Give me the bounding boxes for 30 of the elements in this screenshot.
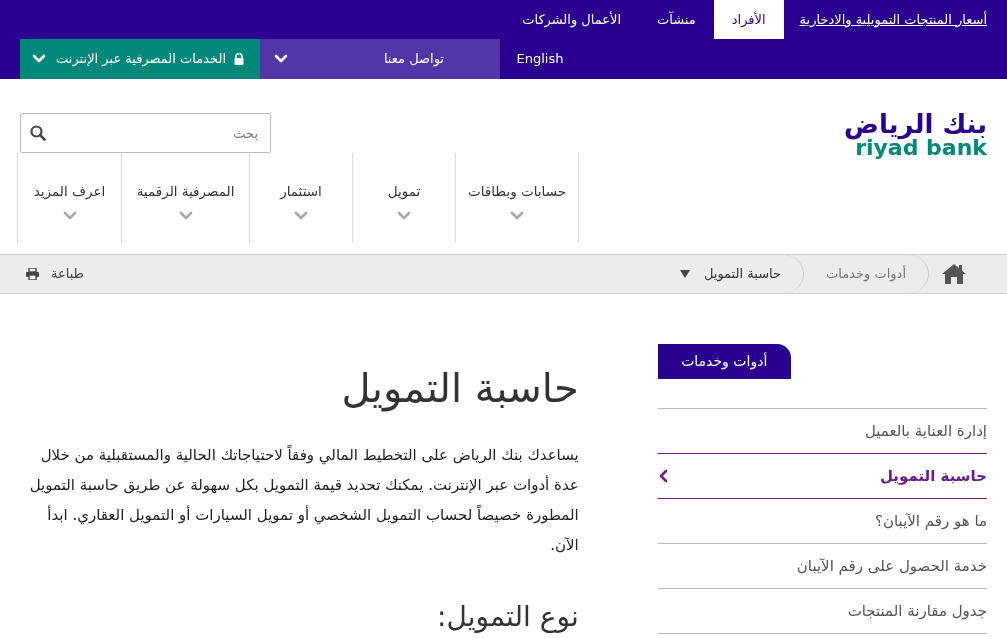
breadcrumb-link[interactable]: حاسبة التمويل: [657, 255, 805, 293]
sidebar-link[interactable]: جدول مقارنة المنتجات: [657, 589, 987, 634]
nav-menu-item[interactable]: المصرفية الرقمية: [121, 153, 249, 243]
segment-tab[interactable]: منشآت: [639, 0, 714, 39]
sidebar-link[interactable]: إدارة العناية بالعميل: [657, 409, 987, 454]
page-title: حاسبة التمويل: [340, 364, 579, 412]
lock-icon: [234, 53, 244, 65]
sidebar-heading: أدوات وخدمات: [657, 344, 791, 379]
nav-menu-item[interactable]: استثمار: [249, 153, 352, 243]
chevron-left-icon: [657, 469, 668, 483]
section-heading: نوع التمويل:: [436, 600, 579, 634]
breadcrumb-link[interactable]: أدوات وخدمات: [804, 255, 929, 293]
intro-paragraph: يساعدك بنك الرياض على التخطيط المالي وفقاً لاحتياجاتك الحالية والمستقبلية من خلال عدة أدوات عبر الإنترنت. يمكنك تحديد قيمة التمويل بكل سهولة عن طريق حاسبة التمويل المطورة خصيصاً لحساب التمويل الشخصي أو تمويل السيارات أو التمويل العقاري. ابدأ الآن.: [28, 444, 579, 556]
nav-menu-item[interactable]: حسابات وبطاقات: [455, 153, 579, 243]
print-button[interactable]: طباعة: [20, 263, 90, 285]
contact-dropdown[interactable]: تواصل معنا: [260, 39, 500, 79]
dropdown-arrow-icon: [679, 270, 690, 278]
search-field[interactable]: بحث: [20, 113, 271, 153]
sidebar-link[interactable]: حاسبة التمويل: [657, 454, 987, 499]
language-link[interactable]: English: [500, 39, 580, 79]
segment-tab[interactable]: الأفراد: [713, 0, 784, 39]
sidebar-link[interactable]: ما هو رقم الآيبان؟: [657, 499, 987, 544]
search-icon[interactable]: [30, 125, 46, 141]
online-banking-dropdown[interactable]: الخدمات المصرفية عبر الإنترنت: [20, 39, 260, 79]
nav-menu-item[interactable]: تمويل: [352, 153, 455, 243]
rates-link[interactable]: أسعار المنتجات التمويلية والادخارية: [799, 9, 987, 30]
segment-tab[interactable]: الأعمال والشركات: [504, 0, 640, 39]
nav-menu-item[interactable]: اعرف المزيد: [17, 153, 121, 243]
printer-icon: [26, 268, 39, 280]
sidebar-link[interactable]: خدمة الحصول على رقم الآيبان: [657, 544, 987, 589]
